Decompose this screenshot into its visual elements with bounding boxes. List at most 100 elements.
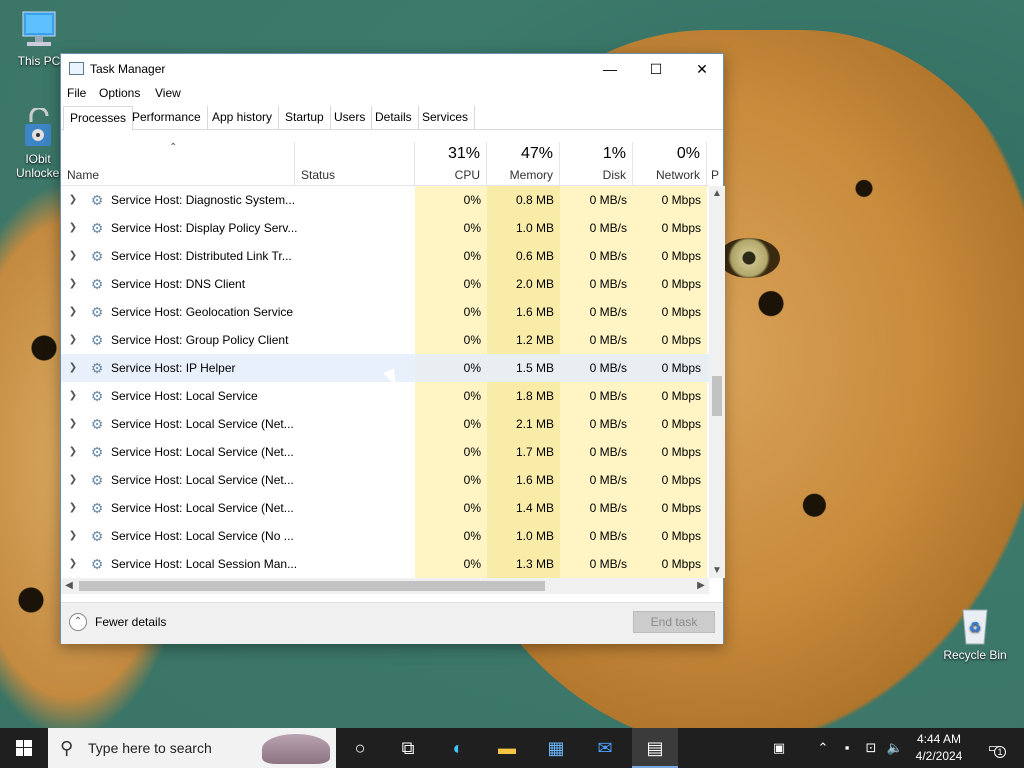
gear-icon: ⚙ — [90, 388, 104, 404]
task-manager-window[interactable]: Task Manager — ☐ ✕ File Options View Pro… — [60, 53, 725, 644]
clock-time: 4:44 AM — [916, 732, 962, 746]
process-cpu: 0% — [463, 305, 481, 319]
minimize-button[interactable]: — — [587, 54, 633, 84]
store-icon[interactable]: ▦ — [533, 728, 579, 768]
table-row[interactable]: ❯ ⚙ Service Host: Local Session Man... 0… — [61, 550, 709, 578]
network-icon[interactable]: ⊡ — [860, 728, 882, 768]
show-hidden-icons-chevron-icon[interactable]: ⌃ — [812, 728, 834, 768]
process-memory: 2.1 MB — [515, 417, 554, 431]
taskbar-clock[interactable]: 4:44 AM 4/2/2024 — [906, 731, 972, 765]
process-memory: 1.4 MB — [515, 501, 554, 515]
news-widget-icon[interactable]: ▣ — [766, 728, 792, 768]
expand-chevron-icon[interactable]: ❯ — [67, 382, 79, 410]
column-disk-label: Disk — [602, 168, 626, 182]
taskbar-search-box[interactable]: ⚲ Type here to search — [48, 728, 336, 768]
column-status[interactable]: Status — [295, 142, 415, 186]
gear-icon: ⚙ — [90, 192, 104, 208]
column-disk[interactable]: 1% Disk — [560, 142, 633, 186]
horizontal-scroll-thumb[interactable] — [79, 581, 545, 591]
expand-chevron-icon[interactable]: ❯ — [67, 214, 79, 242]
expand-chevron-icon[interactable]: ❯ — [67, 410, 79, 438]
column-cpu[interactable]: 31% CPU — [415, 142, 487, 186]
notification-center-icon[interactable]: ▭ 1 — [980, 728, 1008, 768]
process-name: Service Host: Distributed Link Tr... — [111, 249, 292, 263]
scroll-down-icon[interactable]: ▼ — [709, 565, 725, 576]
tab-performance[interactable]: Performance — [126, 106, 208, 130]
volume-muted-icon[interactable]: 🔈 — [884, 728, 906, 768]
process-list: ❯ ⚙ Service Host: Diagnostic System... 0… — [61, 186, 709, 578]
tab-services[interactable]: Services — [416, 106, 476, 130]
table-row[interactable]: ❯ ⚙ Service Host: Local Service (Net... … — [61, 466, 709, 494]
end-task-button[interactable]: End task — [633, 611, 715, 633]
horizontal-scrollbar[interactable]: ◀ ▶ — [61, 578, 709, 594]
gear-icon: ⚙ — [90, 528, 104, 544]
menu-file[interactable]: File — [67, 86, 86, 100]
expand-chevron-icon[interactable]: ❯ — [67, 354, 79, 382]
table-row[interactable]: ❯ ⚙ Service Host: Local Service (Net... … — [61, 410, 709, 438]
vertical-scroll-thumb[interactable] — [712, 376, 722, 416]
table-row[interactable]: ❯ ⚙ Service Host: DNS Client 0% 2.0 MB 0… — [61, 270, 709, 298]
tab-users[interactable]: Users — [328, 106, 373, 130]
column-status-label: Status — [301, 168, 336, 182]
footer-bar: ⌃ Fewer details End task — [61, 602, 723, 644]
column-name[interactable]: Name — [61, 142, 295, 186]
tab-processes[interactable]: Processes — [63, 106, 134, 131]
scroll-up-icon[interactable]: ▲ — [709, 188, 725, 199]
process-memory: 1.2 MB — [515, 333, 554, 347]
disk-total: 1% — [602, 145, 626, 162]
tab-details[interactable]: Details — [369, 106, 419, 130]
menu-options[interactable]: Options — [99, 86, 140, 100]
expand-chevron-icon[interactable]: ❯ — [67, 550, 79, 578]
maximize-button[interactable]: ☐ — [633, 54, 679, 84]
close-button[interactable]: ✕ — [679, 54, 725, 84]
gear-icon: ⚙ — [90, 472, 104, 488]
tab-app-history[interactable]: App history — [206, 106, 280, 130]
table-row[interactable]: ❯ ⚙ Service Host: Diagnostic System... 0… — [61, 186, 709, 214]
process-disk: 0 MB/s — [589, 445, 627, 459]
column-network[interactable]: 0% Network — [633, 142, 707, 186]
desktop-icon-recycle-bin[interactable]: ♻ Recycle Bin — [940, 604, 1010, 662]
table-row[interactable]: ❯ ⚙ Service Host: Geolocation Service 0%… — [61, 298, 709, 326]
process-cpu: 0% — [463, 221, 481, 235]
task-view-icon[interactable]: ⧉ — [385, 728, 431, 768]
process-name: Service Host: Local Service (Net... — [111, 473, 294, 487]
process-memory: 1.0 MB — [515, 529, 554, 543]
expand-chevron-icon[interactable]: ❯ — [67, 494, 79, 522]
table-row[interactable]: ❯ ⚙ Service Host: Display Policy Serv...… — [61, 214, 709, 242]
process-network: 0 Mbps — [661, 417, 701, 431]
column-memory[interactable]: 47% Memory — [487, 142, 560, 186]
column-power-label: P — [710, 168, 719, 182]
table-row[interactable]: ❯ ⚙ Service Host: Local Service (No ... … — [61, 522, 709, 550]
expand-chevron-icon[interactable]: ❯ — [67, 186, 79, 214]
scroll-right-icon[interactable]: ▶ — [693, 578, 709, 594]
mail-icon[interactable]: ✉ — [582, 728, 628, 768]
expand-chevron-icon[interactable]: ❯ — [67, 522, 79, 550]
scroll-left-icon[interactable]: ◀ — [61, 578, 77, 594]
tab-startup[interactable]: Startup — [279, 106, 331, 130]
vertical-scrollbar[interactable]: ▲ ▼ — [709, 186, 725, 578]
table-row[interactable]: ❯ ⚙ Service Host: Distributed Link Tr...… — [61, 242, 709, 270]
title-bar[interactable]: Task Manager — ☐ ✕ — [61, 54, 723, 84]
start-button[interactable] — [0, 728, 48, 768]
table-row[interactable]: ❯ ⚙ Service Host: Local Service (Net... … — [61, 438, 709, 466]
process-disk: 0 MB/s — [589, 193, 627, 207]
gear-icon: ⚙ — [90, 416, 104, 432]
expand-chevron-icon[interactable]: ❯ — [67, 242, 79, 270]
process-name: Service Host: Local Service — [111, 389, 258, 403]
cortana-icon[interactable]: ○ — [337, 728, 383, 768]
menu-view[interactable]: View — [155, 86, 181, 100]
expand-chevron-icon[interactable]: ❯ — [67, 270, 79, 298]
task-manager-taskbar-icon[interactable]: ▤ — [632, 728, 678, 768]
expand-chevron-icon[interactable]: ❯ — [67, 466, 79, 494]
table-row[interactable]: ❯ ⚙ Service Host: Local Service (Net... … — [61, 494, 709, 522]
monitor-icon[interactable]: ▪ — [836, 728, 858, 768]
expand-chevron-icon[interactable]: ❯ — [67, 298, 79, 326]
expand-chevron-icon[interactable]: ❯ — [67, 326, 79, 354]
expand-chevron-icon[interactable]: ❯ — [67, 438, 79, 466]
file-explorer-icon[interactable]: ▬ — [484, 728, 530, 768]
table-row[interactable]: ❯ ⚙ Service Host: Local Service 0% 1.8 M… — [61, 382, 709, 410]
edge-browser-icon[interactable]: ◐ — [435, 728, 481, 768]
cpu-total: 31% — [447, 145, 480, 162]
column-power[interactable]: P — [707, 142, 719, 186]
table-row[interactable]: ❯ ⚙ Service Host: Group Policy Client 0%… — [61, 326, 709, 354]
